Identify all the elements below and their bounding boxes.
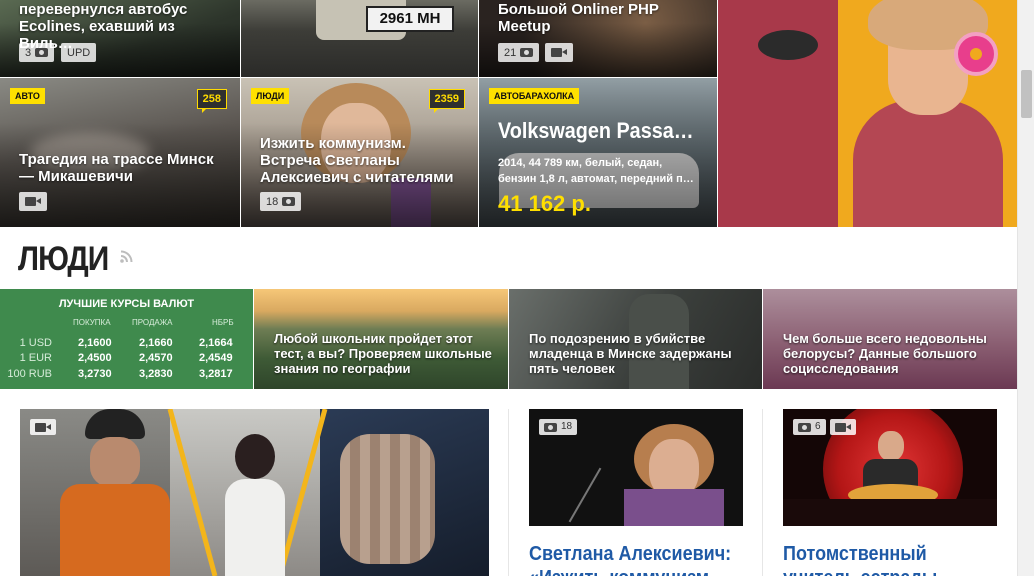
- video-chip: [830, 419, 856, 435]
- category-badge: Автобарахолка: [489, 88, 580, 104]
- video-camera-icon: [551, 48, 562, 57]
- tile-title: Большой Onliner PHP Meetup: [498, 1, 659, 35]
- photo-count-chip: 18: [260, 192, 302, 211]
- news-tile-lyudi[interactable]: Люди 2359 Изжить коммунизм. Встреча Свет…: [241, 78, 478, 227]
- camera-icon: [282, 197, 296, 206]
- photo-count-chip: 21: [498, 43, 540, 62]
- photo-count-chip: 6: [793, 419, 826, 435]
- col-buy: покупка: [73, 318, 111, 327]
- lower-card-title[interactable]: Потомственный: [783, 542, 927, 566]
- video-camera-icon: [835, 422, 846, 432]
- video-chip: [30, 419, 56, 435]
- car-price: 41 162 р.: [498, 191, 591, 216]
- column-divider: [762, 409, 763, 576]
- camera-icon: [544, 422, 557, 432]
- news-tile-bus[interactable]: перевернулся автобус Ecolines, ехавший и…: [0, 0, 240, 77]
- category-badge: Авто: [10, 88, 45, 104]
- currency-header: Лучшие курсы валют: [58, 298, 195, 310]
- currency-row: 1 EUR 2,4500 2,4570 2,4549: [19, 352, 233, 364]
- video-chip: [19, 192, 47, 211]
- comments-count: 258: [196, 89, 227, 113]
- lower-card-title-line2[interactable]: «Изжить коммунизм…: [529, 566, 727, 576]
- video-chip: [545, 43, 573, 62]
- category-badge: Люди: [251, 88, 290, 104]
- photo-count-chip: 3: [19, 43, 55, 62]
- column-divider: [508, 409, 509, 576]
- currency-rates-widget[interactable]: Лучшие курсы валют покупка продажа НБРБ …: [0, 289, 253, 389]
- strip-tile-survey[interactable]: Чем больше всего недовольны белорусы? Да…: [763, 289, 1017, 389]
- tile-title: Трагедия на трассе Минск — Микашевичи: [19, 151, 214, 185]
- camera-icon: [798, 422, 811, 432]
- currency-row: 100 RUB 3,2730 3,2830 3,2817: [7, 368, 233, 380]
- camera-icon: [520, 48, 534, 57]
- strip-tile-arrest[interactable]: По подозрению в убийстве младенца в Минс…: [509, 289, 762, 389]
- lower-card-alexievich-image[interactable]: 18: [529, 409, 743, 526]
- comments-count: 2359: [428, 89, 465, 113]
- lower-card-video-image[interactable]: [20, 409, 489, 576]
- strip-title: Любой школьник пройдет этот тест, а вы? …: [274, 331, 492, 376]
- video-camera-icon: [35, 422, 46, 432]
- license-plate: 2961 MH: [366, 6, 454, 32]
- strip-tile-geography[interactable]: Любой школьник пройдет этот тест, а вы? …: [254, 289, 508, 389]
- photo-count-chip: 18: [539, 419, 578, 435]
- lower-card-title-line2[interactable]: учитель эстрады…: [783, 566, 955, 576]
- video-camera-icon: [25, 197, 36, 206]
- upd-chip: UPD: [61, 43, 97, 62]
- promo-banner-donut[interactable]: [718, 0, 1017, 227]
- car-description: 2014, 44 789 км, белый, седан, бензин 1,…: [498, 157, 694, 185]
- strip-title: По подозрению в убийстве младенца в Минс…: [529, 331, 732, 376]
- page: перевернулся автобус Ecolines, ехавший и…: [0, 0, 1034, 576]
- news-tile-php-meetup[interactable]: Большой Onliner PHP Meetup 21: [479, 0, 717, 77]
- rss-icon[interactable]: [120, 250, 133, 263]
- vertical-scrollbar[interactable]: [1017, 0, 1034, 576]
- lower-card-teacher-image[interactable]: 6: [783, 409, 997, 526]
- car-title: Volkswagen Passa…: [498, 118, 694, 143]
- news-tile-avtobarakholka[interactable]: Автобарахолка Volkswagen Passa… 2014, 44…: [479, 78, 717, 227]
- section-title[interactable]: ЛЮДИ: [18, 238, 109, 280]
- currency-row: 1 USD 2,1600 2,1660 2,1664: [19, 337, 233, 349]
- col-nbrb: НБРБ: [212, 318, 234, 327]
- lower-card-title[interactable]: Светлана Алексиевич:: [529, 542, 731, 566]
- camera-icon: [35, 48, 49, 57]
- news-tile-avto[interactable]: Авто 258 Трагедия на трассе Минск — Мика…: [0, 78, 240, 227]
- tile-title: Изжить коммунизм. Встреча Светланы Алекс…: [260, 135, 454, 186]
- col-sell: продажа: [132, 318, 173, 327]
- strip-title: Чем больше всего недовольны белорусы? Да…: [783, 331, 987, 376]
- scrollbar-thumb[interactable]: [1021, 70, 1032, 118]
- news-tile-car-plate[interactable]: 2961 MH: [241, 0, 478, 77]
